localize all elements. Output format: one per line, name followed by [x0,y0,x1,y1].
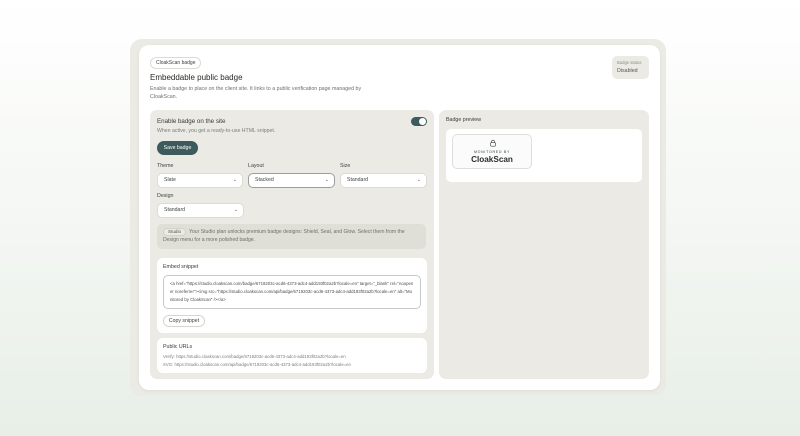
chevron-down-icon: ⌄ [232,177,237,183]
page-description: Enable a badge to place on the client si… [150,86,362,100]
snippet-textarea[interactable]: <a href="https://studio.cloakscan.com/ba… [163,275,421,309]
enable-toggle[interactable] [411,117,427,126]
badge-brand-text: CloakScan [471,155,513,164]
section-pill: CloakScan badge [150,57,202,69]
design-value: Standard [164,207,186,213]
svg-url[interactable]: SVG: https://studio.cloakscan.com/api/ba… [163,362,351,367]
status-label: Badge status [617,60,642,65]
design-label: Design [157,193,174,199]
settings-panel: Enable badge on the site When active, yo… [150,110,434,379]
copy-snippet-button[interactable]: Copy snippet [163,315,205,327]
lock-icon [490,139,496,147]
size-value: Standard [347,177,369,183]
enable-description: When active, you get a ready-to-use HTML… [157,128,276,134]
studio-tag: Studio [163,228,187,236]
save-badge-button[interactable]: Save badge [157,141,198,155]
studio-info-text: Your Studio plan unlocks premium badge d… [163,229,405,243]
design-select[interactable]: Standard ⌄ [157,203,244,218]
badge-monitored-text: MONITORED BY [473,150,511,154]
status-badge: Badge status Disabled [612,56,649,79]
layout-label: Layout [248,163,264,169]
snippet-title: Embed snippet [163,264,199,270]
theme-select[interactable]: Slate ⌄ [157,173,243,188]
toggle-knob [419,118,426,125]
enable-title: Enable badge on the site [157,118,226,125]
page-title: Embeddable public badge [150,73,243,82]
theme-label: Theme [157,163,174,169]
public-urls-section: Public URLs Verify: https://studio.cloak… [157,338,427,373]
chevron-down-icon: ⌄ [233,207,238,213]
studio-info-box: Studio Your Studio plan unlocks premium b… [157,224,426,249]
theme-value: Slate [164,177,176,183]
size-select[interactable]: Standard ⌄ [340,173,427,188]
layout-value: Stacked [255,177,274,183]
verify-url[interactable]: Verify: https://studio.cloakscan.com/bad… [163,354,346,359]
badge-preview[interactable]: MONITORED BY CloakScan [452,134,532,169]
chevron-down-icon: ⌄ [324,177,329,183]
size-label: Size [340,163,351,169]
status-value: Disabled [617,68,638,74]
badge-settings-card: CloakScan badge Embeddable public badge … [139,45,660,390]
preview-title: Badge preview [446,117,482,123]
urls-title: Public URLs [163,344,193,350]
chevron-down-icon: ⌄ [416,177,421,183]
preview-area: MONITORED BY CloakScan [446,129,642,182]
preview-panel: Badge preview MONITORED BY CloakScan [439,110,649,379]
embed-snippet-section: Embed snippet <a href="https://studio.cl… [157,258,427,333]
layout-select[interactable]: Stacked ⌄ [248,173,335,188]
